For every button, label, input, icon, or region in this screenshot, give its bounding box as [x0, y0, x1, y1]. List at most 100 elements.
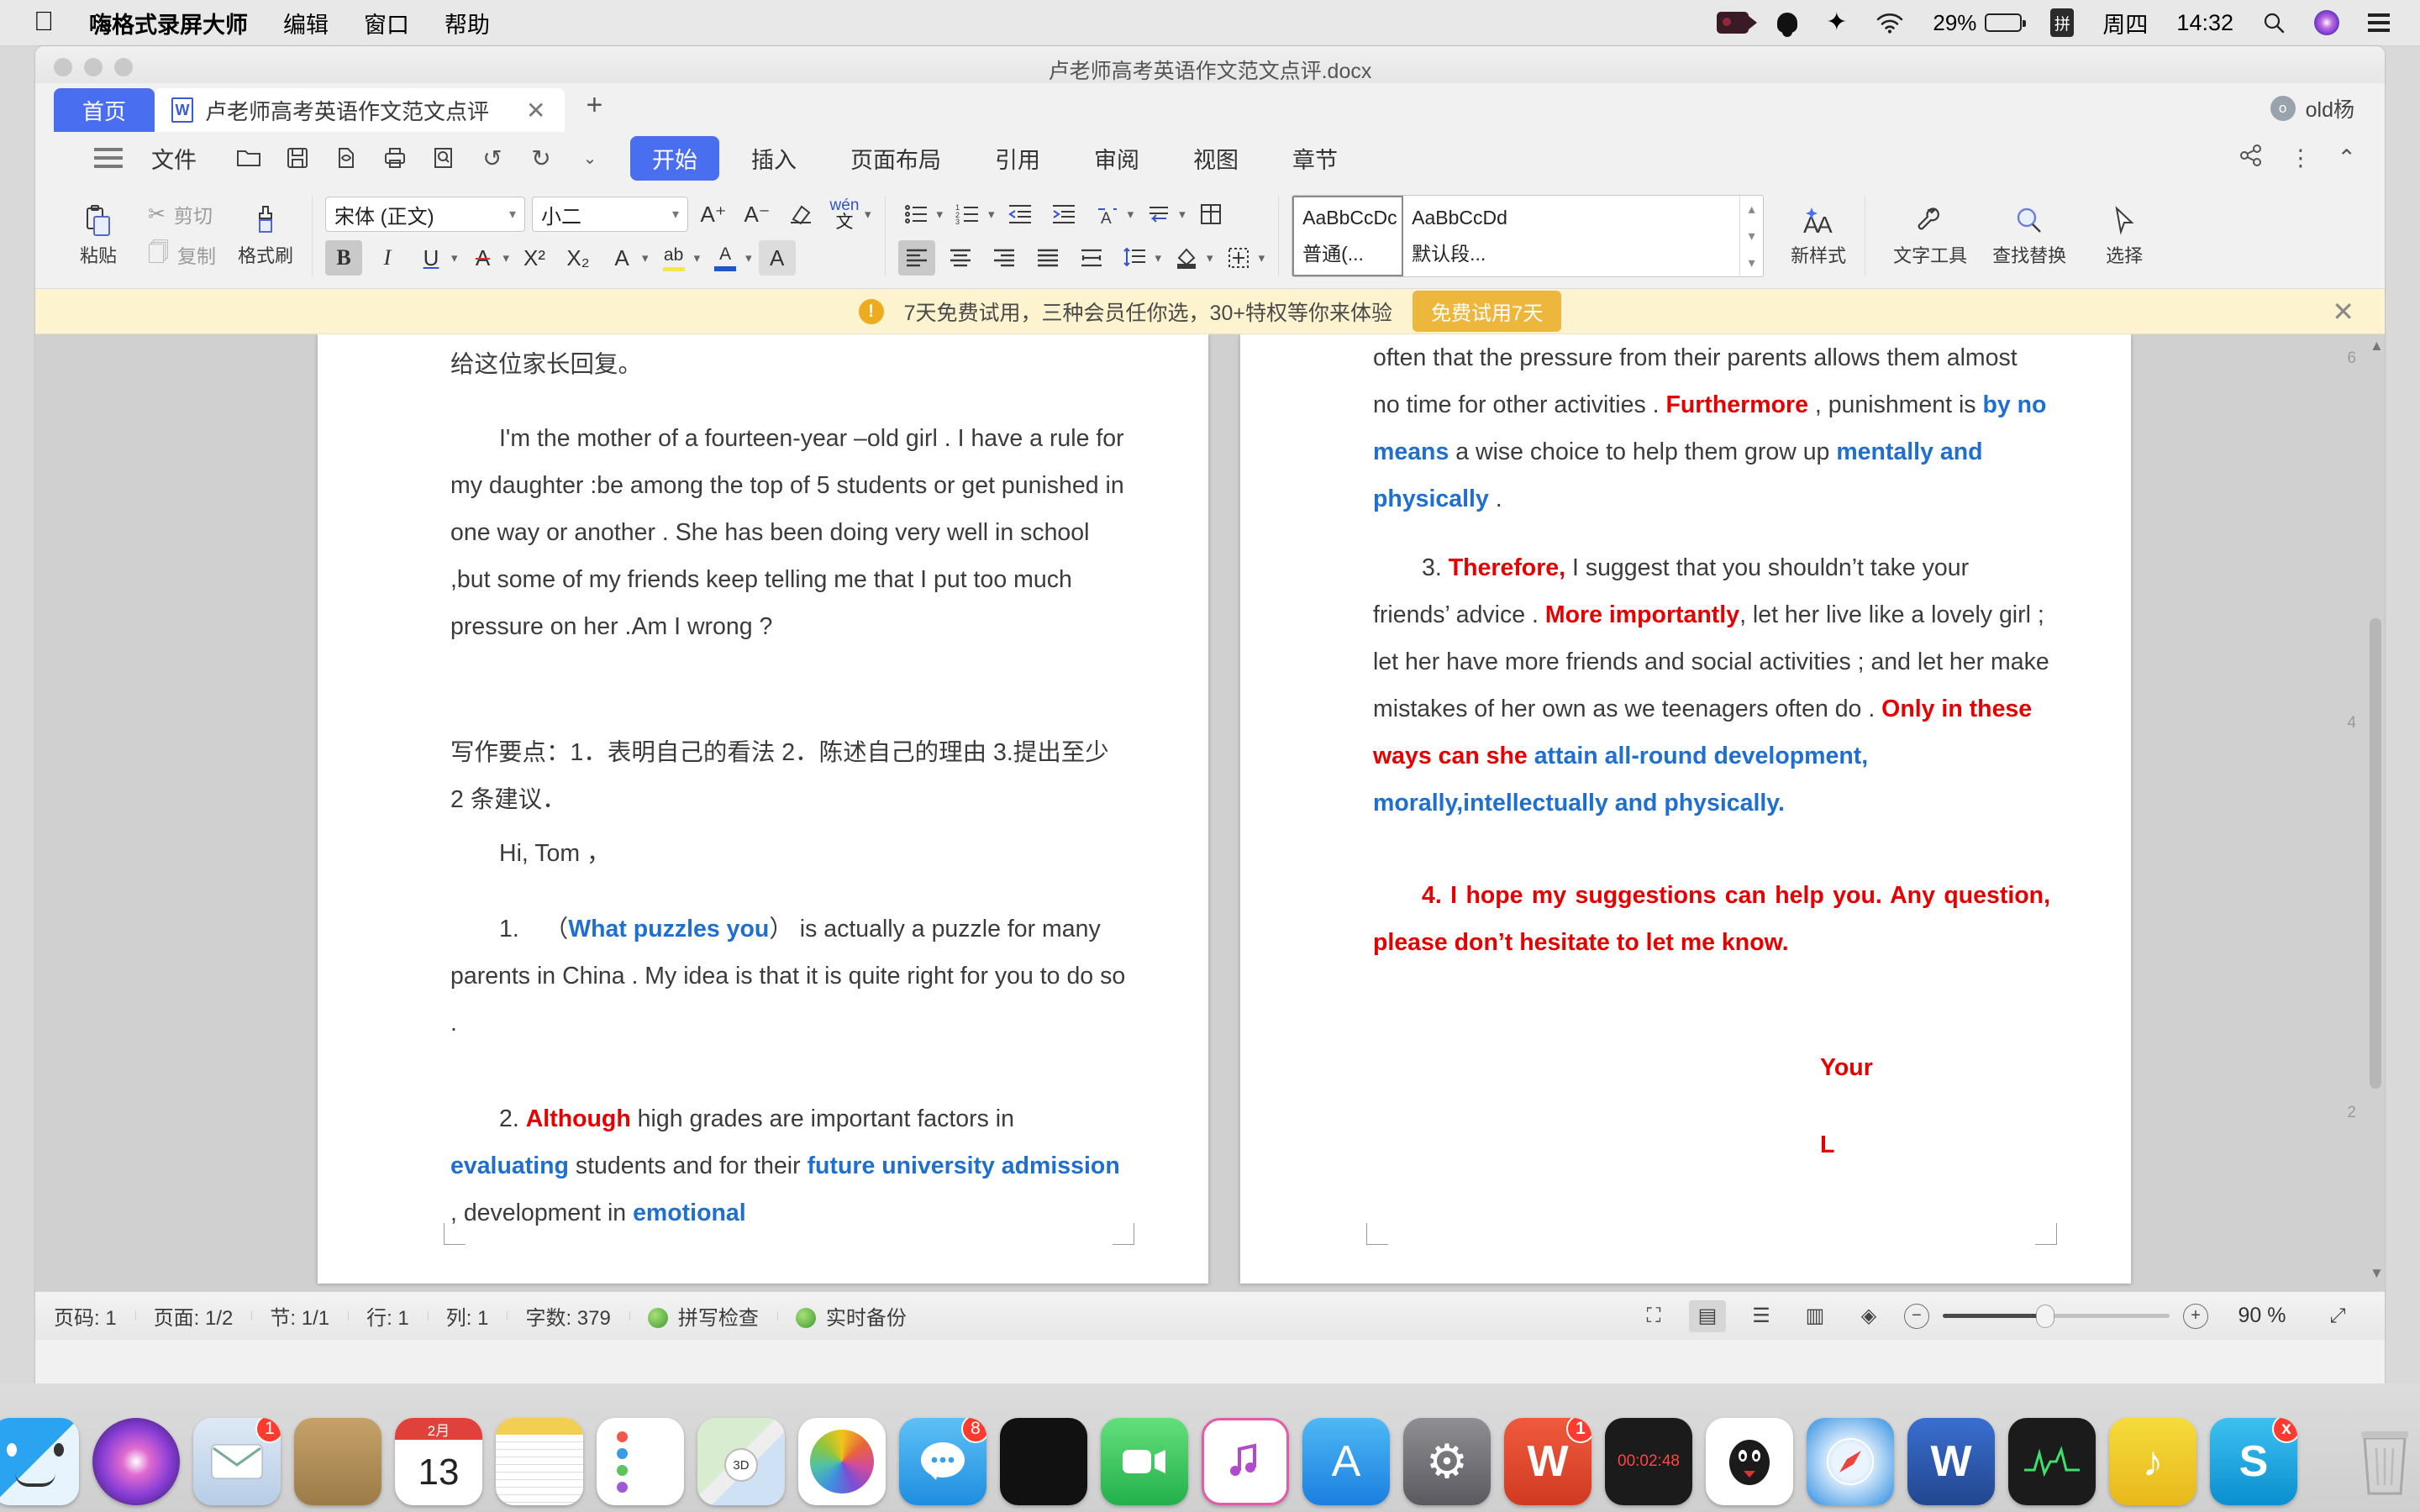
- apple-icon[interactable]: : [34, 8, 54, 34]
- customize-quick-access-icon[interactable]: ⌄: [575, 143, 605, 173]
- tab-home[interactable]: 首页: [54, 88, 155, 132]
- dock-item-messages[interactable]: 8: [899, 1418, 986, 1505]
- input-method-icon[interactable]: 拼: [2050, 8, 2075, 37]
- chevron-down-icon[interactable]: ▾: [1259, 250, 1265, 265]
- ribbon-tab-page-layout[interactable]: 页面布局: [829, 136, 963, 181]
- status-backup[interactable]: 实时备份: [776, 1301, 925, 1331]
- redo-icon[interactable]: ↻: [526, 143, 556, 173]
- menu-item-app-name[interactable]: 嗨格式录屏大师: [89, 7, 248, 39]
- chevron-down-icon[interactable]: ▾: [503, 250, 510, 265]
- more-options-icon[interactable]: ⋮: [2289, 145, 2312, 171]
- select-button[interactable]: 选择: [2091, 204, 2157, 268]
- decrease-indent-icon[interactable]: [1002, 197, 1039, 232]
- increase-font-size-icon[interactable]: A⁺: [695, 197, 732, 232]
- status-line[interactable]: 行: 1: [348, 1301, 428, 1331]
- hamburger-menu-icon[interactable]: [94, 148, 123, 168]
- text-tools-button[interactable]: 文字工具: [1893, 204, 1967, 268]
- expand-gallery-icon[interactable]: ▾: [1749, 255, 1755, 271]
- subscript-button[interactable]: X₂: [560, 240, 597, 276]
- dock-item-netease-music[interactable]: ♪: [2109, 1418, 2196, 1505]
- save-icon[interactable]: [282, 143, 313, 173]
- zoom-control[interactable]: − + 90 %: [1904, 1303, 2302, 1329]
- chevron-down-icon[interactable]: ▾: [642, 250, 649, 265]
- find-icon[interactable]: [429, 143, 459, 173]
- close-banner-icon[interactable]: ✕: [2332, 296, 2354, 328]
- file-menu-button[interactable]: 文件: [138, 142, 210, 175]
- ribbon-tab-review[interactable]: 审阅: [1072, 136, 1161, 181]
- dock-item-photo-booth[interactable]: [1000, 1418, 1087, 1505]
- scroll-down-icon[interactable]: ▾: [1749, 228, 1755, 244]
- dock-item-mail[interactable]: 1: [193, 1418, 281, 1505]
- free-trial-button[interactable]: 免费试用7天: [1412, 291, 1562, 332]
- copy-button[interactable]: 🗍 复制: [148, 237, 216, 273]
- document-page-1[interactable]: 给这位家长回复。 I'm the mother of a fourteen-ye…: [318, 334, 1208, 1284]
- scroll-down-icon[interactable]: ▼: [2370, 1265, 2384, 1282]
- increase-indent-icon[interactable]: [1045, 197, 1082, 232]
- insert-table-icon[interactable]: [1192, 197, 1229, 232]
- full-screen-view-icon[interactable]: ⛶: [1635, 1300, 1672, 1332]
- chevron-down-icon[interactable]: ▾: [1207, 250, 1213, 265]
- document-canvas[interactable]: 给这位家长回复。 I'm the mother of a fourteen-ye…: [35, 334, 2385, 1291]
- dock-item-itunes[interactable]: [1202, 1418, 1289, 1505]
- superscript-button[interactable]: X²: [516, 240, 553, 276]
- status-word-count[interactable]: 字数: 379: [507, 1301, 629, 1331]
- share-icon[interactable]: [2238, 144, 2264, 173]
- chevron-down-icon[interactable]: ▾: [694, 250, 701, 265]
- status-page-number[interactable]: 页码: 1: [35, 1301, 135, 1331]
- pinyin-guide-icon[interactable]: wén 文: [826, 197, 863, 232]
- text-highlight-icon[interactable]: ab: [655, 240, 692, 276]
- focus-mode-icon[interactable]: ◈: [1850, 1300, 1887, 1332]
- scroll-up-icon[interactable]: ▲: [2370, 338, 2384, 354]
- bold-button[interactable]: B: [324, 240, 362, 276]
- undo-icon[interactable]: ↺: [477, 143, 508, 173]
- print-icon[interactable]: [380, 143, 410, 173]
- zoom-in-button[interactable]: +: [2183, 1303, 2208, 1329]
- screen-record-icon[interactable]: [1717, 8, 1758, 38]
- ribbon-tab-section[interactable]: 章节: [1270, 136, 1360, 181]
- asian-layout-icon[interactable]: A: [1089, 197, 1126, 232]
- cut-button[interactable]: ✂ 剪切: [148, 200, 216, 228]
- print-preview-icon[interactable]: [331, 143, 361, 173]
- web-layout-view-icon[interactable]: ▥: [1797, 1300, 1833, 1332]
- open-icon[interactable]: [234, 143, 264, 173]
- paste-button[interactable]: 粘贴: [66, 204, 131, 268]
- bell-icon[interactable]: [1777, 8, 1798, 38]
- print-layout-view-icon[interactable]: ▤: [1689, 1299, 1726, 1332]
- zoom-slider[interactable]: [1943, 1305, 2170, 1328]
- menu-item-edit[interactable]: 编辑: [283, 7, 329, 39]
- dock-item-activity-monitor[interactable]: [2008, 1418, 2096, 1505]
- chevron-down-icon[interactable]: ▾: [937, 207, 944, 222]
- dock-item-safari[interactable]: [1807, 1418, 1894, 1505]
- dock-item-calendar[interactable]: 2月 13: [395, 1418, 482, 1505]
- new-tab-button[interactable]: +: [565, 89, 625, 122]
- dock-item-system-preferences[interactable]: ⚙: [1403, 1418, 1491, 1505]
- paragraph-borders-icon[interactable]: [1220, 240, 1257, 276]
- strikethrough-button[interactable]: A: [465, 240, 502, 276]
- line-spacing-icon[interactable]: [1117, 240, 1154, 276]
- wifi-icon[interactable]: [1876, 8, 1904, 38]
- siri-icon[interactable]: [2314, 8, 2339, 38]
- control-center-icon[interactable]: [2368, 8, 2390, 38]
- style-item-normal[interactable]: AaBbCcDc 普通(...: [1292, 196, 1404, 276]
- dock-item-contacts[interactable]: [294, 1418, 381, 1505]
- account-area[interactable]: o old杨: [2270, 93, 2354, 123]
- document-vertical-scrollbar[interactable]: ▲ ▼: [2370, 338, 2384, 1282]
- dock-item-screen-recorder[interactable]: 00:02:48: [1605, 1418, 1692, 1505]
- font-family-select[interactable]: 宋体 (正文) ▾: [324, 197, 525, 232]
- chevron-down-icon[interactable]: ▾: [865, 207, 871, 222]
- status-column[interactable]: 列: 1: [427, 1301, 508, 1331]
- dock-item-notes[interactable]: [496, 1418, 583, 1505]
- bullet-list-icon[interactable]: [898, 197, 935, 232]
- decrease-font-size-icon[interactable]: A⁻: [739, 197, 776, 232]
- dock-item-facetime[interactable]: [1101, 1418, 1188, 1505]
- format-painter-button[interactable]: 格式刷: [233, 204, 298, 268]
- chevron-down-icon[interactable]: ▾: [988, 207, 995, 222]
- zoom-slider-knob[interactable]: [2035, 1305, 2054, 1328]
- find-replace-button[interactable]: 查找替换: [1992, 204, 2066, 268]
- italic-button[interactable]: I: [369, 240, 406, 276]
- chevron-down-icon[interactable]: ▾: [1155, 250, 1162, 265]
- align-right-icon[interactable]: [986, 240, 1023, 276]
- scrollbar-thumb[interactable]: [2370, 618, 2381, 1089]
- status-pages[interactable]: 页面: 1/2: [134, 1301, 252, 1331]
- character-shading-icon[interactable]: A: [758, 240, 796, 276]
